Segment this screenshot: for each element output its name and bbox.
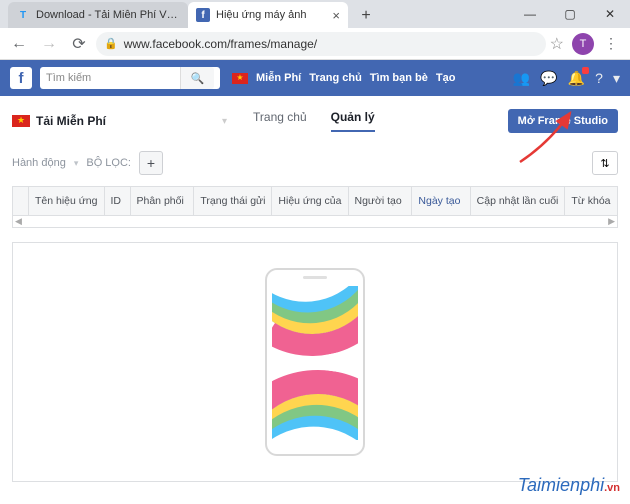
lock-icon: 🔒 — [104, 37, 118, 50]
chevron-down-icon[interactable]: ▾ — [222, 116, 227, 127]
col-name[interactable]: Tên hiệu ứng — [29, 187, 105, 215]
col-id[interactable]: ID — [105, 187, 131, 215]
chevron-down-icon: ▾ — [74, 158, 79, 169]
col-updated[interactable]: Cập nhật lần cuối — [471, 187, 566, 215]
messenger-icon[interactable]: 💬 — [540, 70, 557, 87]
facebook-logo[interactable]: f — [10, 67, 32, 89]
rainbow-graphic-top — [272, 286, 358, 373]
reload-button[interactable]: ⟳ — [66, 31, 92, 57]
minimize-button[interactable]: ― — [510, 0, 550, 28]
notifications-icon[interactable]: 🔔 — [568, 70, 585, 87]
action-dropdown[interactable]: Hành động — [12, 157, 66, 169]
search-placeholder: Tìm kiếm — [46, 72, 91, 84]
close-window-button[interactable]: ✕ — [590, 0, 630, 28]
notification-badge — [582, 67, 589, 74]
brand-link[interactable]: Miễn Phí — [256, 72, 301, 84]
scroll-right-icon[interactable]: ▶ — [608, 216, 615, 227]
density-toggle-button[interactable]: ⇅ — [592, 151, 618, 175]
browser-tab-2[interactable]: f Hiệu ứng máy ảnh × — [188, 2, 348, 28]
col-created[interactable]: Ngày tạo — [412, 187, 470, 215]
url-text: www.facebook.com/frames/manage/ — [124, 37, 317, 51]
tab-manage[interactable]: Quản lý — [331, 110, 375, 132]
search-input[interactable]: Tìm kiếm 🔍 — [40, 67, 220, 89]
rainbow-graphic-bottom — [272, 357, 358, 440]
back-button[interactable]: ← — [6, 31, 32, 57]
window-controls: ― ▢ ✕ — [510, 0, 630, 28]
tab-home[interactable]: Trang chủ — [253, 110, 307, 132]
facebook-header: f Tìm kiếm 🔍 Miễn Phí Trang chủ Tìm bạn … — [0, 60, 630, 96]
dropdown-icon[interactable]: ▾ — [613, 70, 620, 87]
forward-button[interactable]: → — [36, 31, 62, 57]
page-content: Tải Miễn Phí ▾ Trang chủ Quản lý Mở Fram… — [0, 96, 630, 490]
browser-menu-icon[interactable]: ⋮ — [598, 35, 624, 52]
browser-tab-1[interactable]: T Download - Tải Miễn Phí VN - Ph — [8, 2, 188, 28]
col-distribute[interactable]: Phân phối — [131, 187, 195, 215]
url-input[interactable]: 🔒 www.facebook.com/frames/manage/ — [96, 32, 546, 56]
star-icon[interactable]: ☆ — [550, 34, 564, 54]
browser-titlebar: T Download - Tải Miễn Phí VN - Ph f Hiệu… — [0, 0, 630, 28]
nav-create[interactable]: Tạo — [436, 72, 456, 84]
horizontal-scrollbar[interactable]: ◀ ▶ — [13, 215, 617, 227]
close-icon[interactable]: × — [332, 8, 340, 23]
preview-panel — [12, 242, 618, 482]
browser-tabs: T Download - Tải Miễn Phí VN - Ph f Hiệu… — [0, 0, 378, 28]
add-filter-button[interactable]: + — [139, 151, 163, 175]
frames-table: Tên hiệu ứng ID Phân phối Trạng thái gửi… — [12, 186, 618, 228]
col-effect-of[interactable]: Hiệu ứng của — [272, 187, 348, 215]
watermark-suffix: .vn — [604, 482, 620, 494]
tab-favicon: f — [196, 8, 210, 22]
table-header: Tên hiệu ứng ID Phân phối Trạng thái gửi… — [13, 187, 617, 215]
col-keywords[interactable]: Từ khóa — [565, 187, 617, 215]
nav-home[interactable]: Trang chủ — [309, 72, 362, 84]
col-status[interactable]: Trạng thái gửi — [194, 187, 272, 215]
profile-avatar[interactable]: T — [572, 33, 594, 55]
page-header-row: Tải Miễn Phí ▾ Trang chủ Quản lý Mở Fram… — [12, 104, 618, 138]
scroll-left-icon[interactable]: ◀ — [15, 216, 22, 227]
new-tab-button[interactable]: + — [354, 4, 378, 28]
page-tabs: Trang chủ Quản lý — [253, 110, 375, 132]
page-title[interactable]: Tải Miễn Phí — [36, 114, 216, 128]
search-icon: 🔍 — [191, 72, 205, 85]
search-button[interactable]: 🔍 — [180, 67, 214, 89]
tab-label: Download - Tải Miễn Phí VN - Ph — [36, 9, 180, 21]
phone-screen — [272, 286, 358, 440]
col-creator[interactable]: Người tạo — [349, 187, 413, 215]
flag-icon — [232, 73, 248, 84]
checkbox-column[interactable] — [13, 187, 29, 215]
tab-favicon: T — [16, 8, 30, 22]
watermark: Taimienphi.vn — [518, 475, 620, 496]
maximize-button[interactable]: ▢ — [550, 0, 590, 28]
toolbar: Hành động ▾ BỘ LỌC: + ⇅ — [12, 148, 618, 178]
nav-friends[interactable]: Tìm bạn bè — [370, 72, 428, 84]
help-icon[interactable]: ? — [595, 70, 603, 86]
page-flag-icon — [12, 115, 30, 127]
watermark-text: Taimienphi — [518, 475, 604, 495]
open-frame-studio-button[interactable]: Mở Frame Studio — [508, 109, 618, 133]
filter-label: BỘ LỌC: — [86, 157, 131, 169]
friend-requests-icon[interactable]: 👥 — [513, 70, 530, 87]
phone-mockup — [265, 268, 365, 456]
browser-address-bar: ← → ⟳ 🔒 www.facebook.com/frames/manage/ … — [0, 28, 630, 60]
tab-label: Hiệu ứng máy ảnh — [216, 9, 326, 21]
